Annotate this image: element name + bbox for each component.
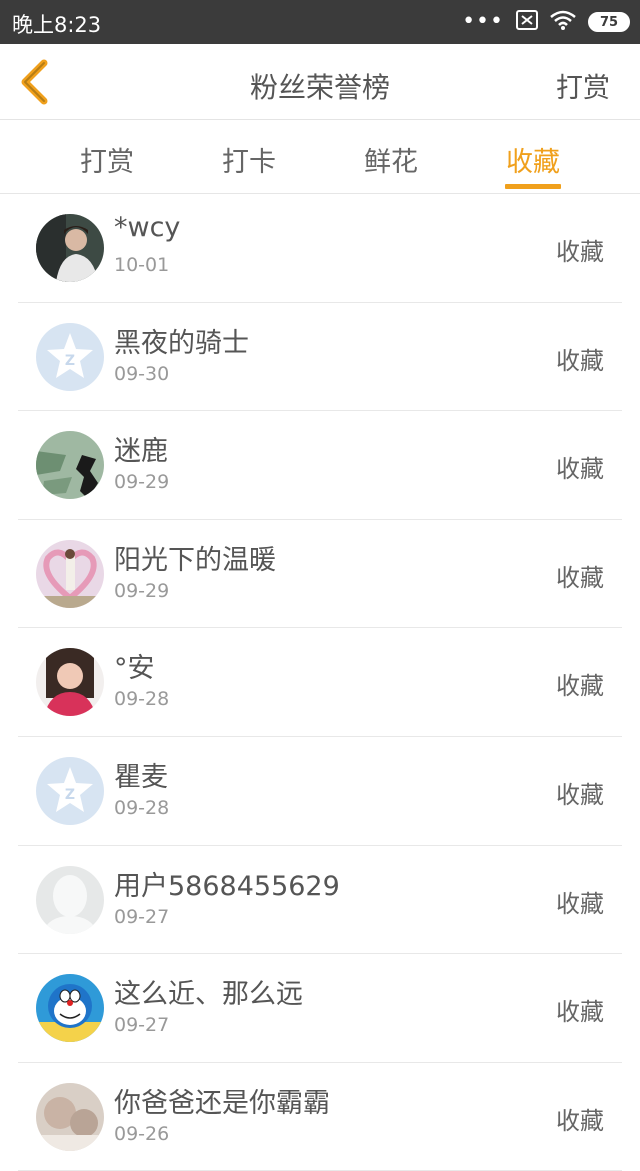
action-label: 收藏: [556, 563, 604, 592]
svg-text:Z: Z: [65, 353, 75, 369]
photo-map-icon: [36, 431, 104, 500]
tab-label: 收藏: [506, 147, 560, 178]
default-person-avatar-icon: [36, 865, 104, 934]
date-label: 09-30: [114, 362, 170, 385]
list-item[interactable]: *wcy 10-01 收藏: [18, 194, 622, 303]
default-star-avatar-icon: Z: [36, 756, 104, 825]
chevron-left-icon: [21, 59, 48, 105]
tab-flowers[interactable]: 鲜花: [341, 140, 441, 194]
back-button[interactable]: [14, 58, 54, 106]
tab-bar: 打赏 打卡 鲜花 收藏: [0, 120, 640, 194]
date-label: 09-29: [114, 579, 170, 602]
doraemon-avatar-icon: [36, 974, 104, 1043]
tab-reward[interactable]: 打赏: [57, 140, 157, 194]
list-item[interactable]: 这么近、那么远 09-27 收藏: [18, 954, 622, 1063]
action-label: 收藏: [556, 672, 604, 701]
svg-text:Z: Z: [65, 787, 75, 803]
action-label: 收藏: [556, 998, 604, 1027]
list-item[interactable]: 阳光下的温暖 09-29 收藏: [18, 520, 622, 629]
user-name: 用户5868455629: [114, 870, 340, 902]
user-name: 阳光下的温暖: [114, 544, 276, 576]
tab-checkin[interactable]: 打卡: [199, 140, 299, 194]
user-name: 黑夜的骑士: [114, 327, 249, 359]
tab-label: 打赏: [80, 147, 134, 178]
battery-icon: 75: [588, 12, 630, 32]
fan-list: *wcy 10-01 收藏 Z 黑夜的骑士 09-30 收藏 迷鹿 09-29 …: [18, 194, 622, 1171]
list-item[interactable]: 用户5868455629 09-27 收藏: [18, 846, 622, 955]
action-label: 收藏: [556, 455, 604, 484]
no-sim-icon: [516, 10, 538, 34]
default-star-avatar-icon: Z: [36, 322, 104, 391]
page-title: 粉丝荣誉榜: [249, 71, 390, 104]
reward-button[interactable]: 打赏: [556, 66, 610, 105]
action-label: 收藏: [556, 889, 604, 918]
status-bar: 晚上8:23 ••• 75: [0, 0, 640, 44]
action-label: 收藏: [556, 1106, 604, 1135]
tab-label: 鲜花: [364, 147, 418, 178]
more-dots-icon: •••: [462, 9, 504, 34]
photo-blur-icon: [36, 1082, 104, 1151]
date-label: 09-26: [114, 1122, 170, 1145]
date-label: 09-27: [114, 905, 170, 928]
user-name: 瞿麦: [114, 761, 168, 793]
list-item[interactable]: °安 09-28 收藏: [18, 628, 622, 737]
list-item[interactable]: Z 瞿麦 09-28 收藏: [18, 737, 622, 846]
list-item[interactable]: 你爸爸还是你霸霸 09-26 收藏: [18, 1063, 622, 1171]
photo-heart-icon: [36, 539, 104, 608]
user-name: °安: [114, 653, 155, 685]
nav-bar: 粉丝荣誉榜 打赏: [0, 44, 640, 120]
tab-label: 打卡: [222, 147, 276, 178]
status-icons: ••• 75: [462, 10, 630, 34]
active-tab-indicator: [505, 184, 561, 189]
date-label: 10-01: [114, 254, 170, 276]
action-label: 收藏: [556, 780, 604, 809]
photo-boy-icon: [36, 214, 104, 282]
date-label: 09-27: [114, 1014, 170, 1037]
list-item[interactable]: Z 黑夜的骑士 09-30 收藏: [18, 303, 622, 412]
action-label: 收藏: [556, 346, 604, 375]
user-name: *wcy: [114, 212, 181, 243]
user-name: 迷鹿: [114, 436, 168, 468]
status-time: 晚上8:23: [12, 13, 102, 37]
action-label: 收藏: [556, 238, 604, 266]
wifi-icon: [550, 10, 576, 34]
list-item[interactable]: 迷鹿 09-29 收藏: [18, 411, 622, 520]
tab-favorites[interactable]: 收藏: [483, 140, 583, 194]
date-label: 09-29: [114, 471, 170, 494]
date-label: 09-28: [114, 688, 170, 711]
photo-girl-icon: [36, 648, 104, 717]
user-name: 你爸爸还是你霸霸: [114, 1087, 330, 1119]
user-name: 这么近、那么远: [114, 979, 303, 1011]
date-label: 09-28: [114, 796, 170, 819]
